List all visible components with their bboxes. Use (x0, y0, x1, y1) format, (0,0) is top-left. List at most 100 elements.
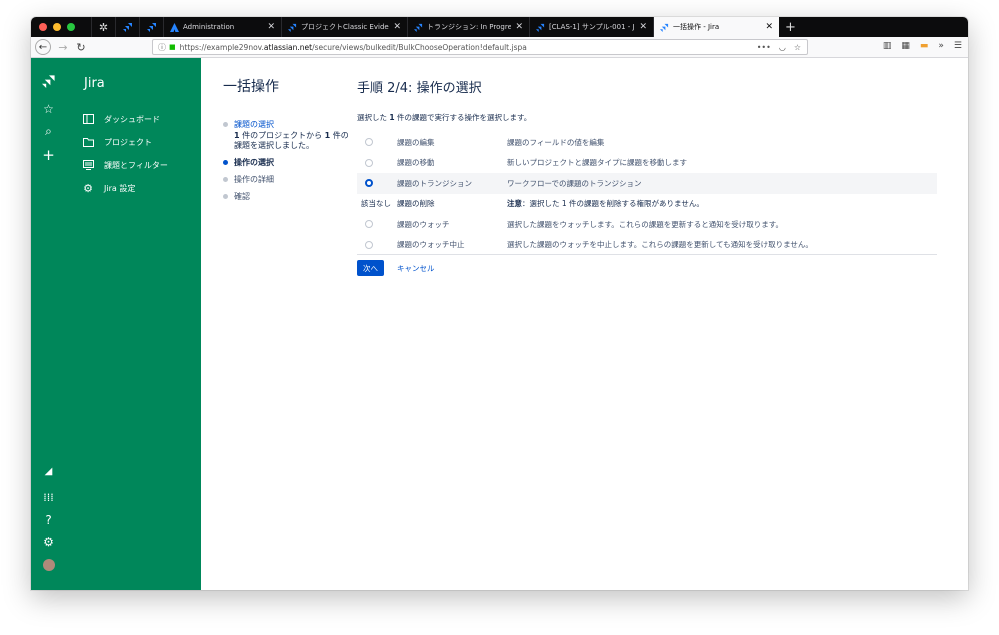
url-text: https://example29nov.atlassian.net/secur… (180, 43, 527, 52)
next-button[interactable]: 次へ (357, 260, 384, 276)
wizard-steps: 課題の選択 1 件のプロジェクトから 1 件の課題を選択しました。 操作の選択 … (223, 119, 353, 208)
browser-window: ✲ Administration ✕ プロジェクトClassic Evidenc… (31, 17, 968, 590)
operation-row-transition[interactable]: 課題のトランジション ワークフローでの課題のトランジション (357, 173, 937, 194)
info-icon[interactable]: ⓘ (158, 42, 166, 53)
help-icon: ? (45, 513, 52, 527)
filter-icon (82, 159, 94, 171)
hamburger-menu-icon[interactable]: ☰ (954, 41, 962, 51)
overflow-menu-icon[interactable]: » (938, 41, 944, 51)
step-dot (223, 177, 228, 182)
step-dot (223, 160, 228, 165)
operation-row-move[interactable]: 課題の移動 新しいプロジェクトと課題タイプに課題を移動します (357, 153, 937, 174)
operation-radio[interactable] (365, 138, 373, 147)
extension-icon[interactable]: ▬ (920, 41, 929, 51)
operation-radio[interactable] (365, 220, 373, 229)
tab-clas-1[interactable]: [CLAS-1] サンプル-001 - Jira ✕ (529, 17, 653, 37)
star-icon: ☆ (43, 102, 54, 116)
step-operation-details: 操作の詳細 (223, 174, 353, 185)
step-label[interactable]: 課題の選択 (234, 119, 353, 130)
bookmark-star-icon[interactable]: ☆ (794, 43, 801, 52)
close-tab-icon[interactable]: ✕ (765, 22, 773, 32)
sidebar-item-dashboards[interactable]: ダッシュボード (82, 113, 160, 125)
sidebar-item-label: ダッシュボード (104, 114, 160, 124)
avatar (42, 559, 55, 571)
cancel-link[interactable]: キャンセル (397, 260, 435, 276)
sidebar-item-issues-filters[interactable]: 課題とフィルター (82, 159, 168, 171)
url-bar[interactable]: ⓘ ■ https://example29nov.atlassian.net/s… (152, 39, 808, 55)
pocket-icon[interactable]: ◡ (779, 43, 786, 52)
sidebar-item-jira-settings[interactable]: ⚙ Jira 設定 (82, 182, 135, 195)
url-prefix: https://example29nov. (179, 42, 264, 52)
reload-button[interactable]: ↻ (73, 41, 89, 54)
tab-title: トランジション: In Progress - J··· (427, 23, 512, 31)
step-dot (223, 122, 228, 127)
operation-description: 課題のフィールドの値を編集 (507, 137, 605, 147)
jira-page: ☆ ⌕ + ◢ ⁞⁞⁞ ? ⚙ Jira ダッシュボード プロジェクト 課題とフ… (31, 58, 968, 590)
pinned-tab-jira-2[interactable] (139, 17, 163, 37)
reload-icon: ↻ (76, 40, 86, 54)
close-tab-icon[interactable]: ✕ (639, 22, 647, 32)
gear-icon: ⚙ (43, 535, 54, 549)
step-label: 操作の選択 (234, 158, 274, 167)
tab-bulk-operation[interactable]: 一括操作 - Jira ✕ (653, 17, 779, 37)
operation-description: 注意：選択した 1 件の課題を削除する権限がありません。 (507, 198, 937, 209)
more-actions-icon[interactable]: ••• (757, 43, 771, 52)
back-button[interactable]: ← (35, 39, 51, 55)
toolbar-right: ▥ ▦ ▬ » ☰ (883, 41, 962, 51)
url-path: /secure/views/bulkedit/BulkChooseOperati… (312, 42, 527, 52)
jira-logo-icon (146, 23, 156, 32)
sidebar-item-projects[interactable]: プロジェクト (82, 136, 152, 148)
jira-logo-icon (41, 75, 55, 88)
starred-button[interactable]: ☆ (31, 102, 66, 116)
jira-home-button[interactable] (31, 74, 66, 91)
plus-icon: + (42, 146, 55, 164)
app-switcher-button[interactable]: ⁞⁞⁞ (31, 491, 66, 504)
settings-button[interactable]: ⚙ (31, 535, 66, 549)
intro-part: 件の課題で実行する操作を選択します。 (394, 113, 532, 122)
operation-radio-selected[interactable] (365, 179, 373, 188)
megaphone-icon: ◢ (44, 466, 53, 477)
tab-administration[interactable]: Administration ✕ (163, 17, 281, 37)
pinned-tab-jira-1[interactable] (115, 17, 139, 37)
create-button[interactable]: + (31, 146, 66, 164)
folder-icon (82, 136, 94, 148)
operation-row-edit[interactable]: 課題の編集 課題のフィールドの値を編集 (357, 132, 937, 153)
step-confirm: 確認 (223, 191, 353, 202)
tab-title: [CLAS-1] サンプル-001 - Jira (549, 23, 636, 31)
tab-project-evidence[interactable]: プロジェクトClassic Evidence ··· ✕ (281, 17, 407, 37)
library-icon[interactable]: ▥ (883, 41, 892, 51)
close-tab-icon[interactable]: ✕ (393, 22, 401, 32)
notifications-button[interactable]: ◢ (31, 466, 66, 477)
operation-name: 課題の移動 (397, 158, 435, 168)
pinned-tab-settings[interactable]: ✲ (91, 17, 115, 37)
new-tab-button[interactable]: + (779, 20, 802, 35)
step-description: 1 件のプロジェクトから 1 件の課題を選択しました。 (234, 131, 353, 151)
operation-row-delete: 該当なし 課題の削除 注意：選択した 1 件の課題を削除する権限がありません。 (357, 194, 937, 215)
operation-radio[interactable] (365, 158, 373, 167)
jira-logo-icon (536, 23, 545, 32)
close-tab-icon[interactable]: ✕ (267, 22, 275, 32)
forward-button[interactable]: → (55, 41, 71, 54)
help-button[interactable]: ? (31, 513, 66, 527)
operation-description: 選択した課題のウォッチを中止します。これらの課題を更新しても通知を受け取りません… (507, 240, 813, 250)
navigation-bar: ← → ↻ ⓘ ■ https://example29nov.atlassian… (31, 37, 968, 58)
divider (357, 254, 937, 255)
operation-row-unwatch[interactable]: 課題のウォッチ中止 選択した課題のウォッチを中止します。これらの課題を更新しても… (357, 235, 937, 256)
operation-radio[interactable] (365, 240, 373, 249)
tab-transition[interactable]: トランジション: In Progress - J··· ✕ (407, 17, 529, 37)
maximize-window-button[interactable] (67, 23, 75, 31)
operation-name: 課題の削除 (397, 199, 435, 209)
intro-part: 選択した (357, 113, 390, 122)
step-select-issues: 課題の選択 1 件のプロジェクトから 1 件の課題を選択しました。 (223, 119, 353, 151)
minimize-window-button[interactable] (53, 23, 61, 31)
lock-icon[interactable]: ■ (169, 43, 176, 51)
close-tab-icon[interactable]: ✕ (515, 22, 523, 32)
step-select-operation: 操作の選択 (223, 157, 353, 168)
sidebar-toggle-icon[interactable]: ▦ (901, 41, 910, 51)
close-window-button[interactable] (39, 23, 47, 31)
profile-button[interactable] (31, 559, 66, 574)
search-button[interactable]: ⌕ (31, 124, 66, 139)
step-dot (223, 194, 228, 199)
operation-row-watch[interactable]: 課題のウォッチ 選択した課題をウォッチします。これらの課題を更新すると通知を受け… (357, 214, 937, 235)
product-name: Jira (84, 76, 105, 91)
